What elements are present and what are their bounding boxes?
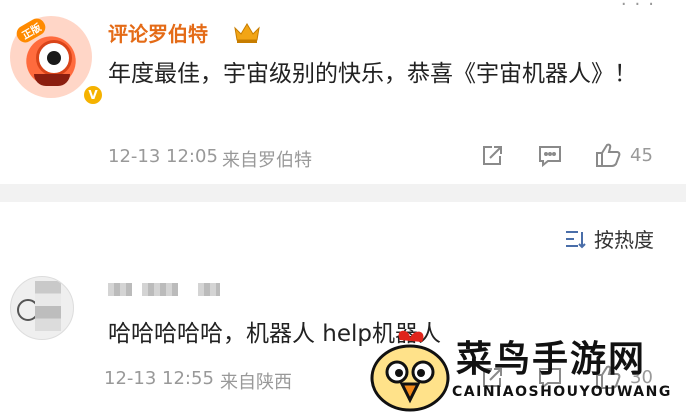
- post-text: 年度最佳，宇宙级别的快乐，恭喜《宇宙机器人》！: [108, 61, 637, 87]
- weibo-post: ··· 正版 V 评论罗伯特 年度最佳，宇宙级别的快乐，恭喜《宇宙机器人》！ 1…: [0, 0, 686, 184]
- author-avatar[interactable]: 正版 V: [10, 15, 104, 106]
- watermark-subtitle: CAINIAOSHOUYOUWANG: [452, 384, 672, 400]
- verified-icon: V: [82, 84, 104, 106]
- crown-icon: [234, 23, 260, 43]
- commenter-name-blurred[interactable]: [142, 283, 178, 296]
- comment-icon: [539, 146, 561, 168]
- share-icon: [483, 146, 502, 165]
- official-badge: 正版: [13, 15, 49, 46]
- like-button[interactable]: 45: [594, 142, 653, 168]
- commenter-name-blurred[interactable]: [108, 283, 132, 296]
- comment-button[interactable]: [537, 144, 563, 168]
- sort-by-hot-button[interactable]: 按热度: [564, 224, 654, 253]
- watermark-logo: 菜鸟手游网 CAINIAOSHOUYOUWANG: [370, 326, 686, 413]
- thumbs-up-icon: [596, 143, 621, 167]
- watermark-title: 菜鸟手游网: [456, 339, 647, 380]
- author-name[interactable]: 评论罗伯特: [108, 18, 208, 47]
- avatar-mouth: [34, 74, 70, 86]
- like-count: 45: [630, 144, 653, 166]
- sort-label: 按热度: [594, 228, 654, 252]
- bird-mascot-icon: [370, 330, 450, 412]
- commenter-name-blurred[interactable]: [198, 283, 220, 296]
- post-time: 12-13 12:05: [108, 146, 218, 167]
- avatar-eye: [36, 40, 72, 76]
- share-button[interactable]: [480, 144, 504, 168]
- section-divider: [0, 184, 686, 202]
- more-options-button[interactable]: ···: [621, 0, 662, 15]
- comment-time: 12-13 12:55: [104, 368, 214, 389]
- avatar-mosaic: [35, 281, 61, 331]
- sort-icon: [566, 230, 586, 248]
- post-source: 来自罗伯特: [222, 150, 312, 171]
- comment-source: 来自陕西: [220, 372, 292, 393]
- commenter-avatar[interactable]: [10, 276, 74, 340]
